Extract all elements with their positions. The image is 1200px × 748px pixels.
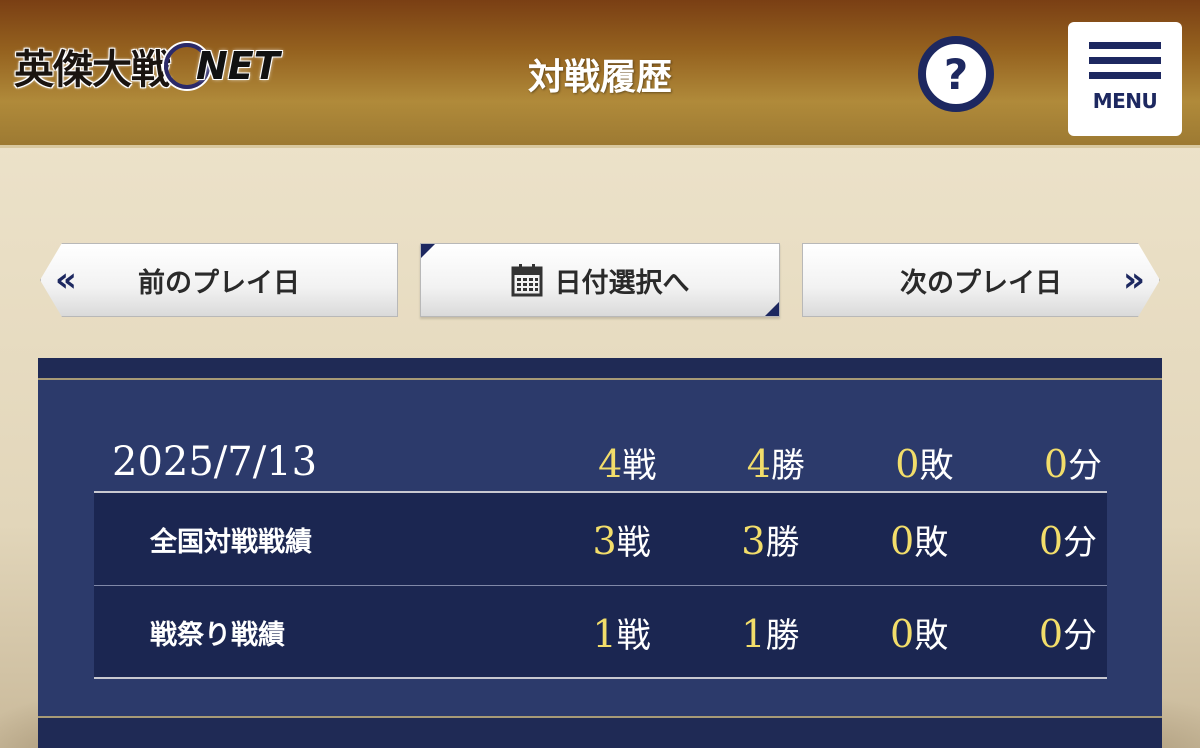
corner-accent	[421, 244, 435, 258]
corner-accent	[765, 302, 779, 316]
prev-play-day-label: 前のプレイ日	[138, 267, 300, 299]
row-draws: 0分	[1038, 518, 1098, 563]
hamburger-icon	[1089, 42, 1161, 87]
logo-text: 英傑大戦	[14, 46, 171, 93]
menu-button[interactable]: MENU	[1068, 22, 1182, 136]
question-icon: ?	[943, 49, 969, 99]
table-row[interactable]: 戦祭り戦績 1戦 1勝 0敗 0分	[94, 586, 1107, 678]
row-battles: 1戦	[592, 611, 651, 656]
total-losses: 0敗	[895, 441, 954, 486]
table-row[interactable]: 全国対戦戦績 3戦 3勝 0敗 0分	[94, 493, 1107, 585]
row-label: 戦祭り戦績	[150, 619, 285, 651]
row-losses: 0敗	[890, 611, 949, 656]
date-select-button[interactable]: 日付選択へ	[420, 243, 780, 317]
row-battles: 3戦	[592, 518, 651, 563]
double-chevron-left-icon: «	[55, 260, 77, 300]
double-chevron-right-icon: »	[1123, 260, 1145, 300]
total-wins: 4勝	[746, 441, 805, 486]
app-header: 英傑大戦 NET 対戦履歴 ? MENU	[0, 0, 1200, 148]
row-losses: 0敗	[890, 518, 949, 563]
next-play-day-button[interactable]: 次のプレイ日 »	[802, 243, 1160, 317]
panel-divider	[38, 378, 1162, 380]
date-select-label: 日付選択へ	[554, 267, 690, 299]
logo-suffix: NET	[196, 44, 280, 88]
panel-footer-band	[38, 718, 1162, 748]
row-wins: 3勝	[741, 518, 800, 563]
menu-label: MENU	[1092, 89, 1158, 113]
row-wins: 1勝	[741, 611, 800, 656]
row-draws: 0分	[1038, 611, 1098, 656]
calendar-icon	[511, 264, 542, 297]
page-title: 対戦履歴	[527, 56, 672, 98]
breakdown-table: 全国対戦戦績 3戦 3勝 0敗 0分 戦祭り戦績 1戦 1勝 0敗 0分	[94, 491, 1107, 679]
prev-play-day-button[interactable]: « 前のプレイ日	[40, 243, 398, 317]
total-battles: 4戦	[598, 441, 657, 486]
summary-row: 2025/7/13 4戦 4勝 0敗 0分	[112, 434, 1112, 490]
total-draws: 0分	[1043, 441, 1103, 486]
next-play-day-label: 次のプレイ日	[900, 267, 1062, 299]
site-logo[interactable]: 英傑大戦 NET	[14, 30, 289, 102]
help-button[interactable]: ?	[918, 36, 994, 112]
results-panel: 2025/7/13 4戦 4勝 0敗 0分 全国対戦戦績 3戦 3勝 0敗 0分…	[38, 358, 1162, 748]
play-date: 2025/7/13	[112, 439, 318, 485]
row-label: 全国対戦戦績	[150, 526, 312, 558]
